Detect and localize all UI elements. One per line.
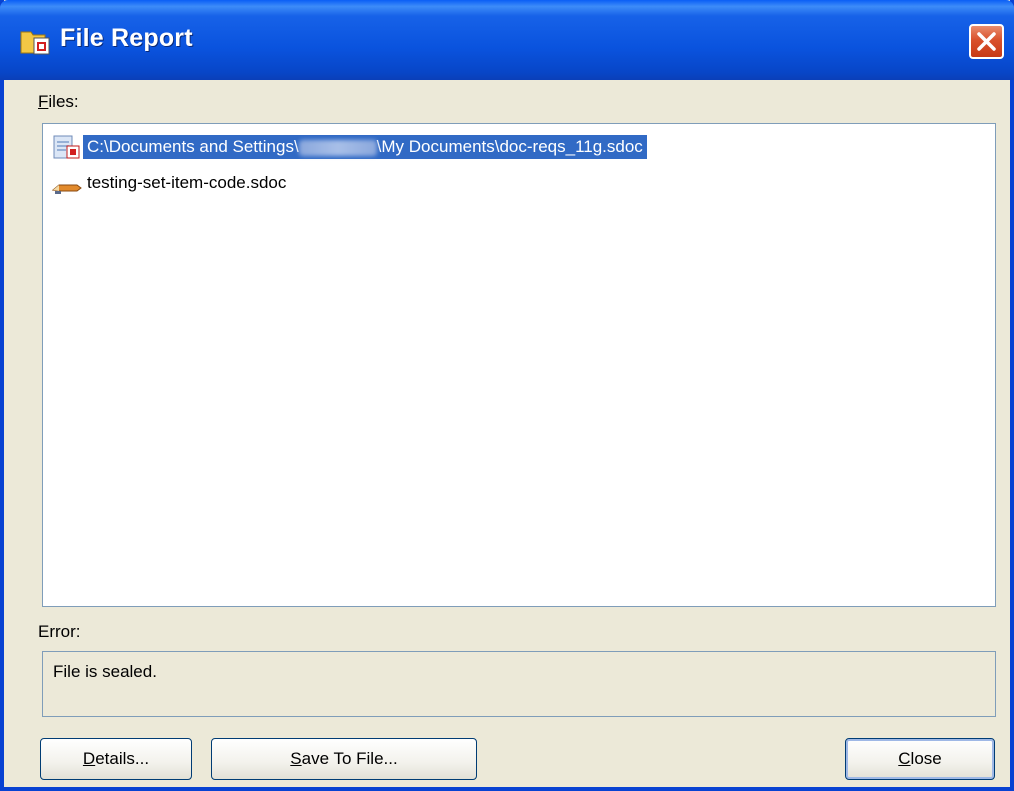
files-label: Files: xyxy=(38,92,79,111)
folder-document-icon xyxy=(20,31,50,55)
pencil-document-icon xyxy=(51,184,82,194)
error-message-box: File is sealed. xyxy=(42,651,996,717)
window-title: File Report xyxy=(60,24,193,52)
sealed-document-icon xyxy=(53,135,80,159)
file-report-dialog: File Report Files: C:\Documents and Sett… xyxy=(0,0,1014,791)
list-item[interactable]: testing-set-item-code.sdoc xyxy=(51,168,290,198)
list-item[interactable]: C:\Documents and Settings\ \My Documents\… xyxy=(51,132,647,162)
save-to-file-button[interactable]: Save To File... xyxy=(211,738,477,780)
close-window-button[interactable] xyxy=(969,24,1004,59)
details-button[interactable]: Details... xyxy=(40,738,192,780)
list-item-path: C:\Documents and Settings\ \My Documents\… xyxy=(83,135,647,159)
list-item-name: testing-set-item-code.sdoc xyxy=(87,173,287,192)
title-bar[interactable]: File Report xyxy=(0,0,1014,80)
close-icon xyxy=(977,32,996,51)
error-label: Error: xyxy=(38,622,81,641)
files-list[interactable]: C:\Documents and Settings\ \My Documents\… xyxy=(42,123,996,607)
redacted-username xyxy=(298,139,377,156)
close-button[interactable]: Close xyxy=(845,738,995,780)
error-message: File is sealed. xyxy=(53,662,157,681)
